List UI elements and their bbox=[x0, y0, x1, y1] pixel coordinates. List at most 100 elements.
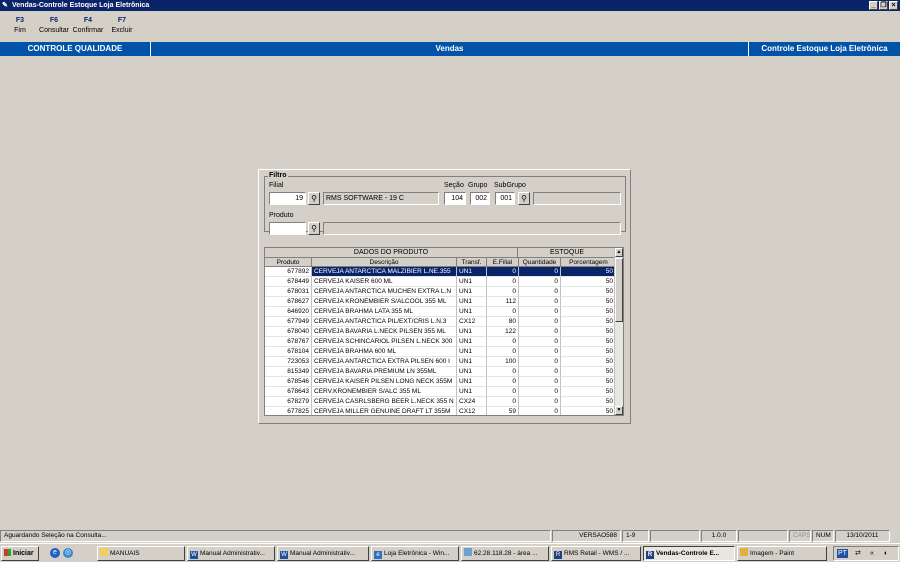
cell-quantidade[interactable]: 0 bbox=[519, 347, 561, 357]
table-row[interactable]: 678040 CERVEJA BAVARIA L.NECK PILSEN 355 … bbox=[265, 327, 616, 337]
cell-produto[interactable]: 678449 bbox=[265, 277, 312, 287]
cell-efilial[interactable]: 0 bbox=[487, 337, 519, 347]
task-paint[interactable]: Imagem - Paint bbox=[737, 546, 827, 561]
cell-descricao[interactable]: CERVEJA ANTARCTICA MALZIBIER L.NE.355 bbox=[312, 267, 457, 277]
task-vendas-controle[interactable]: R Vendas-Controle E... bbox=[643, 546, 735, 561]
cell-transf[interactable]: UN1 bbox=[457, 297, 487, 307]
cell-transf[interactable]: UN1 bbox=[457, 307, 487, 317]
cell-descricao[interactable]: CERVEJA ANTARCTICA PIL/EXT/CRIS L.N.3 bbox=[312, 317, 457, 327]
table-row[interactable]: 678104 CERVEJA BRAHMA 600 ML UN1 0 0 50 bbox=[265, 347, 616, 357]
cell-quantidade[interactable]: 0 bbox=[519, 397, 561, 407]
close-button[interactable]: × bbox=[889, 1, 898, 10]
task-loja-eletronica[interactable]: e Loja Eletrônica - Win... bbox=[371, 546, 459, 561]
cell-porcentagem[interactable]: 50 bbox=[561, 337, 616, 347]
task-manual-2[interactable]: W Manual Administrativ... bbox=[277, 546, 369, 561]
cell-efilial[interactable]: 0 bbox=[487, 397, 519, 407]
cell-transf[interactable]: UN1 bbox=[457, 327, 487, 337]
cell-porcentagem[interactable]: 50 bbox=[561, 397, 616, 407]
cell-efilial[interactable]: 0 bbox=[487, 277, 519, 287]
table-row[interactable]: 815349 CERVEJA BAVARIA PREMIUM LN 355ML UN… bbox=[265, 367, 616, 377]
cell-produto[interactable]: 723053 bbox=[265, 357, 312, 367]
cell-produto[interactable]: 677825 bbox=[265, 407, 312, 415]
desktop-quicklaunch-icon[interactable]: ◎ bbox=[63, 548, 73, 558]
cell-porcentagem[interactable]: 50 bbox=[561, 267, 616, 277]
cell-efilial[interactable]: 0 bbox=[487, 267, 519, 277]
cell-produto[interactable]: 815349 bbox=[265, 367, 312, 377]
cell-efilial[interactable]: 100 bbox=[487, 357, 519, 367]
table-row[interactable]: 677949 CERVEJA ANTARCTICA PIL/EXT/CRIS L.… bbox=[265, 317, 616, 327]
cell-efilial[interactable]: 0 bbox=[487, 367, 519, 377]
volume-icon[interactable]: ◐ bbox=[884, 549, 888, 558]
cell-transf[interactable]: UN1 bbox=[457, 377, 487, 387]
task-remote-area[interactable]: 62.28.118.28 - área ... bbox=[461, 546, 549, 561]
cell-transf[interactable]: CX12 bbox=[457, 317, 487, 327]
filial-search-button[interactable]: ⚲ bbox=[308, 192, 320, 205]
cell-porcentagem[interactable]: 50 bbox=[561, 377, 616, 387]
table-row[interactable]: 678031 CERVEJA ANTARCTICA MUCHEN EXTRA L.… bbox=[265, 287, 616, 297]
tray-expand-icon[interactable]: « bbox=[870, 549, 874, 558]
cell-produto[interactable]: 677949 bbox=[265, 317, 312, 327]
cell-quantidade[interactable]: 0 bbox=[519, 297, 561, 307]
cell-produto[interactable]: 678104 bbox=[265, 347, 312, 357]
subgrupo-search-button[interactable]: ⚲ bbox=[518, 192, 530, 205]
col-quantidade[interactable]: Quantidade bbox=[519, 258, 561, 267]
language-indicator[interactable]: PT bbox=[837, 549, 848, 558]
cell-produto[interactable]: 646920 bbox=[265, 307, 312, 317]
cell-efilial[interactable]: 0 bbox=[487, 307, 519, 317]
task-manual-1[interactable]: W Manual Administrativ... bbox=[187, 546, 275, 561]
cell-quantidade[interactable]: 0 bbox=[519, 357, 561, 367]
product-stock-grid[interactable]: DADOS DO PRODUTO ESTOQUE Produto Descriç… bbox=[264, 247, 624, 416]
excluir-button[interactable]: F7 Excluir bbox=[105, 14, 139, 40]
cell-descricao[interactable]: CERVEJA BRAHMA 600 ML bbox=[312, 347, 457, 357]
table-row[interactable]: 678546 CERVEJA KAISER PILSEN LONG NECK 35… bbox=[265, 377, 616, 387]
cell-transf[interactable]: UN1 bbox=[457, 367, 487, 377]
cell-transf[interactable]: UN1 bbox=[457, 337, 487, 347]
cell-transf[interactable]: UN1 bbox=[457, 267, 487, 277]
cell-quantidade[interactable]: 0 bbox=[519, 277, 561, 287]
col-transf[interactable]: Transf. bbox=[457, 258, 487, 267]
cell-transf[interactable]: UN1 bbox=[457, 357, 487, 367]
cell-porcentagem[interactable]: 50 bbox=[561, 357, 616, 367]
cell-porcentagem[interactable]: 50 bbox=[561, 317, 616, 327]
cell-efilial[interactable]: 112 bbox=[487, 297, 519, 307]
cell-descricao[interactable]: CERVEJA ANTARCTICA MUCHEN EXTRA L.N bbox=[312, 287, 457, 297]
cell-descricao[interactable]: CERVEJA MILLER GENUINE DRAFT LT 355M bbox=[312, 407, 457, 415]
produto-input[interactable] bbox=[269, 222, 306, 235]
cell-porcentagem[interactable]: 50 bbox=[561, 387, 616, 397]
cell-descricao[interactable]: CERVEJA CASRLSBERG BEER L.NECK 355 N bbox=[312, 397, 457, 407]
table-row[interactable]: 677892 CERVEJA ANTARCTICA MALZIBIER L.NE.… bbox=[265, 267, 616, 277]
cell-efilial[interactable]: 0 bbox=[487, 347, 519, 357]
table-row[interactable]: 678643 CERV.KRONEMBIER S/ALC 355 ML UN1 0 0 5… bbox=[265, 387, 616, 397]
subgrupo-input[interactable]: 001 bbox=[495, 192, 515, 205]
cell-produto[interactable]: 678040 bbox=[265, 327, 312, 337]
cell-transf[interactable]: UN1 bbox=[457, 277, 487, 287]
cell-transf[interactable]: CX24 bbox=[457, 397, 487, 407]
filial-input[interactable]: 19 bbox=[269, 192, 306, 205]
scroll-up-button[interactable]: ▲ bbox=[615, 248, 623, 257]
cell-produto[interactable]: 678279 bbox=[265, 397, 312, 407]
cell-quantidade[interactable]: 0 bbox=[519, 387, 561, 397]
cell-descricao[interactable]: CERVEJA SCHINCARIOL PILSEN L.NECK 300 bbox=[312, 337, 457, 347]
cell-descricao[interactable]: CERVEJA BRAHMA LATA 355 ML bbox=[312, 307, 457, 317]
cell-produto[interactable]: 678546 bbox=[265, 377, 312, 387]
task-rms-retail[interactable]: R RMS Retail - WMS / ... bbox=[551, 546, 641, 561]
ie-quicklaunch-icon[interactable]: e bbox=[50, 548, 60, 558]
grid-vertical-scrollbar[interactable]: ▲ ▼ bbox=[614, 248, 623, 415]
table-row[interactable]: 646920 CERVEJA BRAHMA LATA 355 ML UN1 0 0 50 bbox=[265, 307, 616, 317]
cell-efilial[interactable]: 80 bbox=[487, 317, 519, 327]
cell-efilial[interactable]: 122 bbox=[487, 327, 519, 337]
restore-button[interactable]: ❐ bbox=[879, 1, 888, 10]
table-row[interactable]: 677825 CERVEJA MILLER GENUINE DRAFT LT 35… bbox=[265, 407, 616, 415]
start-button[interactable]: Iniciar bbox=[1, 546, 39, 561]
cell-transf[interactable]: UN1 bbox=[457, 287, 487, 297]
minimize-button[interactable]: _ bbox=[869, 1, 878, 10]
col-produto[interactable]: Produto bbox=[265, 258, 312, 267]
cell-produto[interactable]: 678627 bbox=[265, 297, 312, 307]
network-icon[interactable]: ⇄ bbox=[855, 549, 861, 558]
table-row[interactable]: 678449 CERVEJA KAISER 600 ML UN1 0 0 50 bbox=[265, 277, 616, 287]
cell-produto[interactable]: 678031 bbox=[265, 287, 312, 297]
cell-quantidade[interactable]: 0 bbox=[519, 407, 561, 415]
cell-quantidade[interactable]: 0 bbox=[519, 267, 561, 277]
cell-efilial[interactable]: 0 bbox=[487, 287, 519, 297]
cell-produto[interactable]: 678767 bbox=[265, 337, 312, 347]
